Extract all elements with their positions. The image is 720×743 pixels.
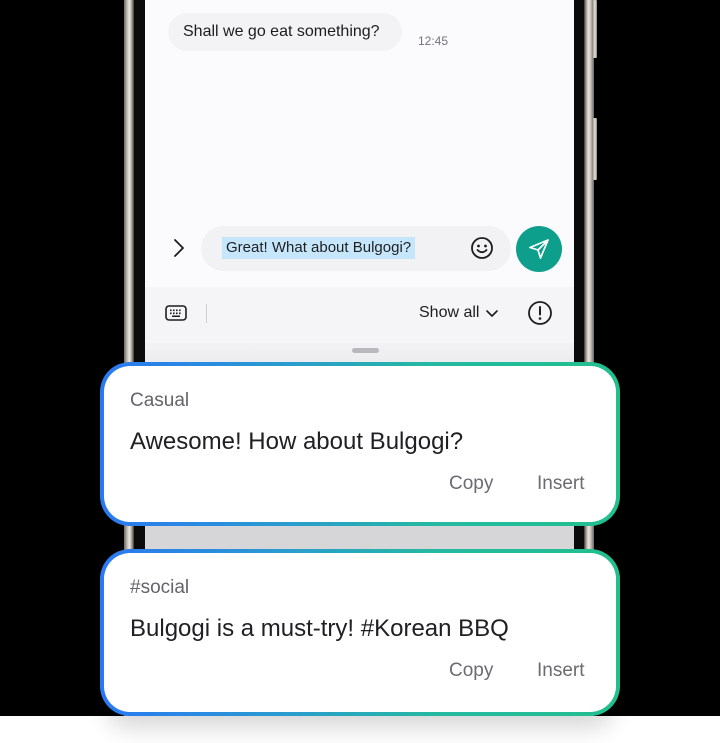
received-message-text: Shall we go eat something? <box>183 23 380 40</box>
message-input-text[interactable]: Great! What about Bulgogi? <box>222 237 416 259</box>
smiley-icon <box>471 237 493 259</box>
suggestion-text: Bulgogi is a must-try! #Korean BBQ <box>130 615 509 642</box>
send-button[interactable] <box>516 226 562 272</box>
suggestion-card-body: #social Bulgogi is a must-try! #Korean B… <box>104 553 616 712</box>
insert-button[interactable]: Insert <box>537 473 585 495</box>
chevron-right-icon <box>174 239 184 257</box>
copy-button[interactable]: Copy <box>449 473 493 495</box>
message-input[interactable]: Great! What about Bulgogi? <box>201 226 511 271</box>
suggestion-card-body: Casual Awesome! How about Bulgogi? Copy … <box>104 366 616 522</box>
suggestion-card: Casual Awesome! How about Bulgogi? Copy … <box>100 362 620 526</box>
suggestion-text: Awesome! How about Bulgogi? <box>130 428 464 455</box>
message-timestamp: 12:45 <box>418 34 449 48</box>
writing-assist-toolbar: Show all <box>145 287 574 343</box>
chevron-down-icon <box>486 310 499 317</box>
suggestion-tone-label: Casual <box>130 390 190 411</box>
keyboard-icon <box>165 305 187 321</box>
exclamation-circle-icon <box>528 301 552 325</box>
info-button[interactable] <box>527 300 553 326</box>
paper-plane-icon <box>529 239 549 259</box>
toolbar-divider <box>206 304 207 323</box>
phone-side-button <box>593 0 597 58</box>
suggestion-card: #social Bulgogi is a must-try! #Korean B… <box>100 549 620 716</box>
phone-side-button <box>593 118 597 180</box>
copy-button[interactable]: Copy <box>449 660 493 682</box>
suggestion-tone-label: #social <box>130 577 190 598</box>
show-all-label: Show all <box>419 304 480 321</box>
keyboard-button[interactable] <box>164 303 188 323</box>
insert-button[interactable]: Insert <box>537 660 585 682</box>
expand-button[interactable] <box>169 235 189 261</box>
emoji-button[interactable] <box>470 236 494 260</box>
show-all-dropdown[interactable]: Show all <box>419 301 499 325</box>
received-message-bubble: Shall we go eat something? <box>168 13 402 51</box>
sheet-drag-handle[interactable] <box>352 348 379 353</box>
